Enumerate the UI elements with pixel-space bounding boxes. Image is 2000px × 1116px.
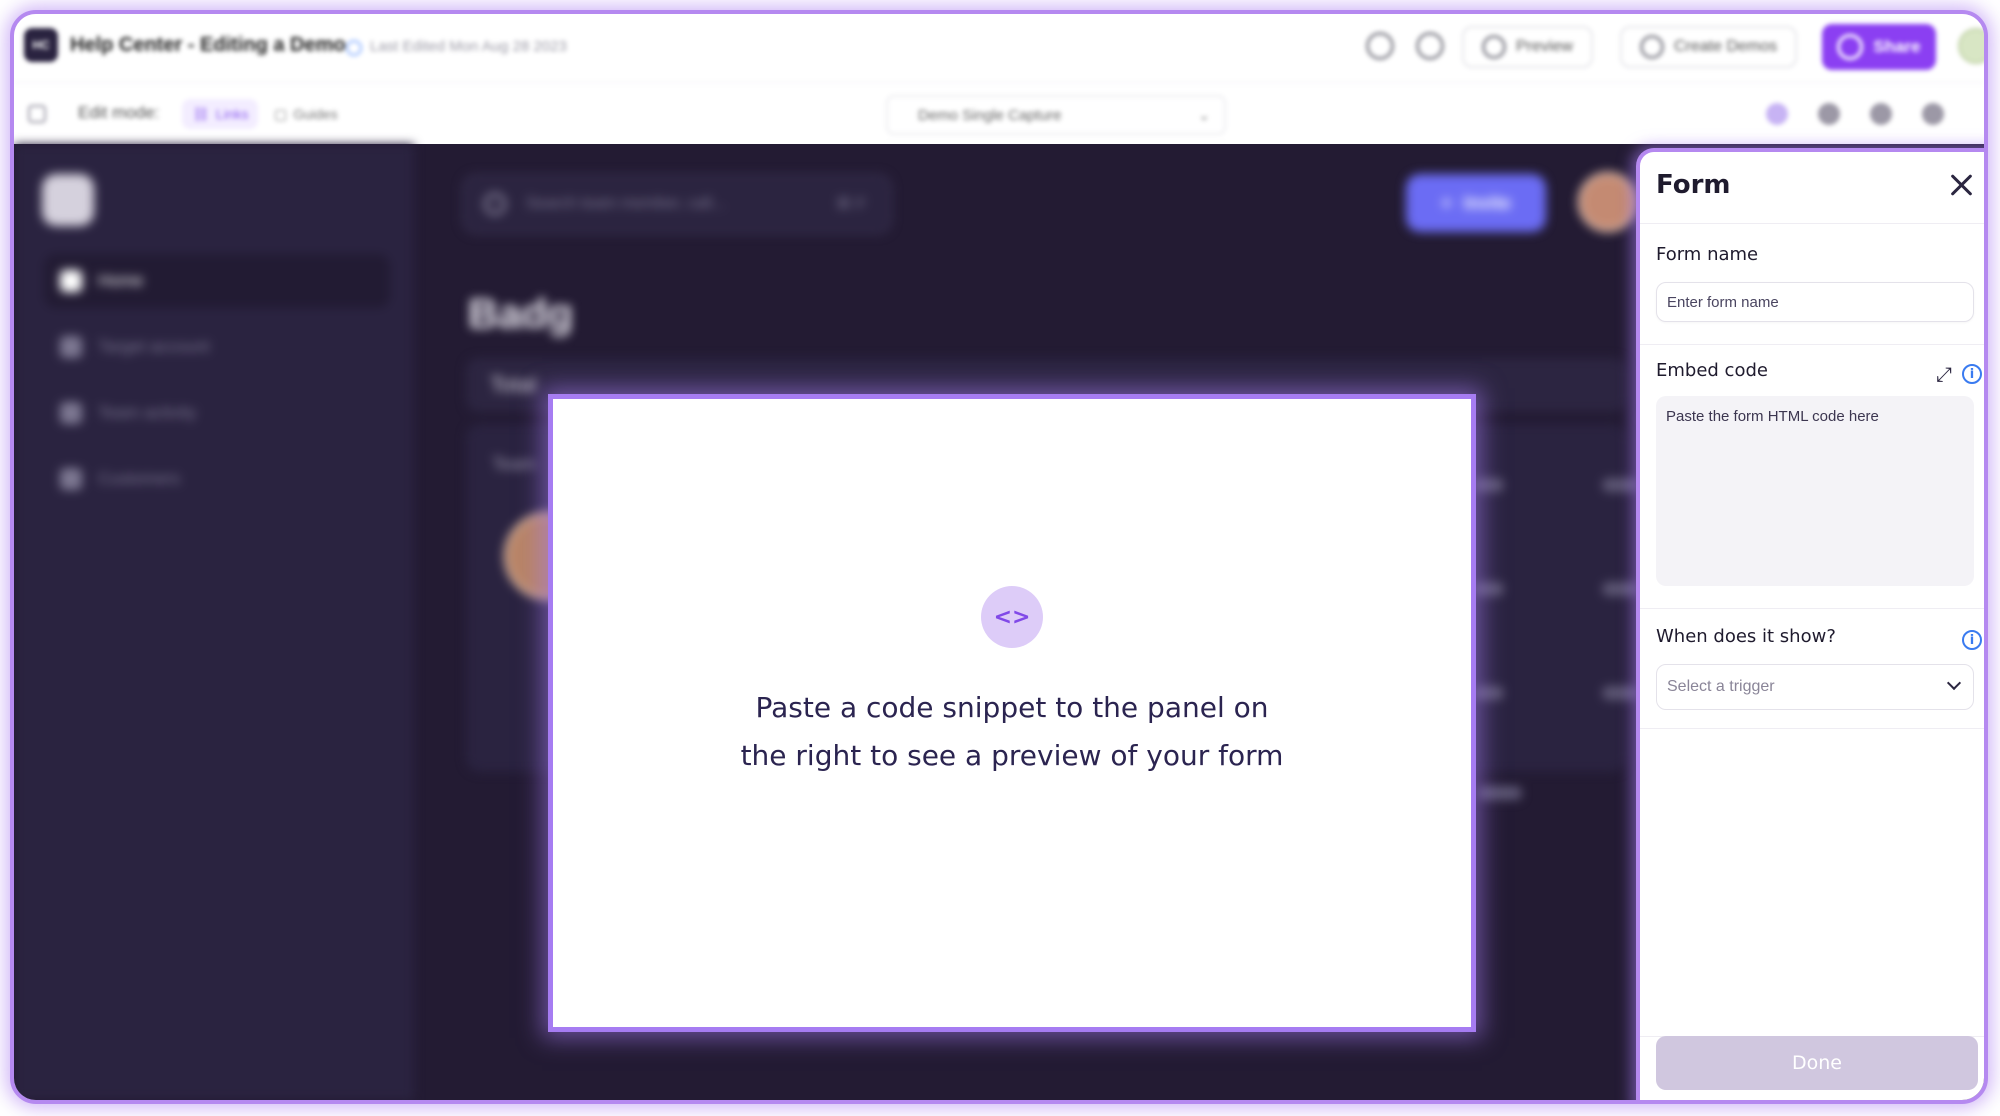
form-settings-panel: Form Form name Enter form name Embed cod… bbox=[1636, 148, 1984, 1100]
code-icon: <> bbox=[981, 586, 1043, 648]
plus-icon[interactable] bbox=[1818, 103, 1840, 125]
demo-title: Help Center - Editing a Demo bbox=[70, 34, 346, 56]
settings-icon[interactable] bbox=[1416, 32, 1444, 60]
preview-button[interactable]: Preview bbox=[1462, 26, 1593, 68]
top-toolbar: HC Help Center - Editing a Demo Last Edi… bbox=[14, 14, 1984, 82]
edit-toolbar: Edit mode: ⛓ Links ▢ Guides Demo Single … bbox=[14, 82, 1984, 144]
theme-icon[interactable] bbox=[1870, 103, 1892, 125]
info-icon[interactable]: i bbox=[1962, 364, 1982, 384]
form-name-input[interactable]: Enter form name bbox=[1656, 282, 1974, 322]
trigger-select-value: Select a trigger bbox=[1667, 678, 1775, 695]
home-icon bbox=[60, 270, 82, 292]
captured-logo bbox=[42, 174, 94, 226]
demo-step-value: Demo Single Capture bbox=[918, 106, 1062, 124]
form-preview-area[interactable]: <> Paste a code snippet to the panel on … bbox=[548, 394, 1476, 1032]
divider bbox=[1640, 728, 1984, 729]
zoom-icon[interactable] bbox=[1922, 103, 1944, 125]
captured-nav-home: Home bbox=[44, 254, 390, 308]
link-icon: ⛓ bbox=[192, 105, 210, 122]
captured-nav-team-activity: Team activity bbox=[44, 386, 390, 440]
captured-avatar bbox=[1578, 172, 1638, 232]
links-label: Links bbox=[215, 106, 249, 122]
eye-icon bbox=[1482, 35, 1506, 59]
help-icon[interactable] bbox=[1366, 32, 1394, 60]
done-button[interactable]: Done bbox=[1656, 1036, 1978, 1090]
captured-row-line bbox=[1474, 478, 1504, 492]
captured-nav-label: Home bbox=[98, 271, 144, 290]
edit-mode-label: Edit mode: bbox=[78, 103, 160, 122]
captured-row-line bbox=[1602, 686, 1638, 700]
captured-row-line bbox=[1602, 478, 1638, 492]
captured-search: Search team member, call... ⌘ F bbox=[462, 174, 892, 234]
captured-row-line bbox=[1474, 686, 1504, 700]
divider bbox=[1640, 608, 1984, 609]
info-icon[interactable]: i bbox=[1962, 630, 1982, 650]
panel-title: Form bbox=[1656, 170, 1731, 200]
captured-nav-label: Team activity bbox=[98, 403, 197, 422]
share-button[interactable]: Share bbox=[1822, 24, 1936, 70]
guides-label: Guides bbox=[293, 106, 338, 122]
play-icon bbox=[1640, 35, 1664, 59]
captured-search-placeholder: Search team member, call... bbox=[526, 195, 726, 212]
captured-total-label: Total bbox=[490, 372, 537, 397]
guides-icon: ▢ bbox=[274, 105, 288, 122]
panel-header: Form bbox=[1640, 152, 1984, 224]
search-icon bbox=[484, 193, 506, 215]
app-logo: HC bbox=[24, 28, 58, 62]
captured-sidebar: Home Target account Team activity Custom… bbox=[14, 144, 414, 1100]
share-icon bbox=[1837, 34, 1864, 60]
captured-row-line bbox=[1602, 582, 1638, 596]
captured-row-line bbox=[1474, 582, 1504, 596]
preview-label: Preview bbox=[1516, 38, 1573, 55]
plus-icon: + bbox=[1441, 192, 1452, 213]
guides-mode-tab[interactable]: ▢ Guides bbox=[264, 99, 348, 129]
captured-nav-target-account: Target account bbox=[44, 320, 390, 374]
embed-code-textarea[interactable]: Paste the form HTML code here bbox=[1656, 396, 1974, 586]
captured-invite-button: + Invite bbox=[1406, 174, 1546, 232]
form-name-label: Form name bbox=[1656, 244, 1759, 265]
captured-row-line bbox=[1478, 786, 1522, 800]
status-icon bbox=[346, 40, 362, 56]
captured-nav-customers: Customers bbox=[44, 452, 390, 506]
share-label: Share bbox=[1873, 37, 1921, 56]
captured-team-label: Team bbox=[492, 454, 537, 474]
captured-nav-label: Target account bbox=[98, 337, 210, 356]
captured-nav-label: Customers bbox=[98, 469, 181, 488]
captured-invite-label: Invite bbox=[1463, 192, 1511, 213]
divider bbox=[1640, 344, 1984, 345]
captured-search-shortcut: ⌘ F bbox=[835, 196, 866, 213]
grid-icon[interactable] bbox=[1766, 103, 1788, 125]
preview-instructions: Paste a code snippet to the panel on the… bbox=[740, 691, 1284, 772]
last-edited-text: Last Edited Mon Aug 28 2023 bbox=[370, 38, 567, 55]
expand-icon[interactable]: ⤢ bbox=[1932, 362, 1956, 386]
create-demos-label: Create Demos bbox=[1674, 38, 1778, 55]
create-demos-button[interactable]: Create Demos bbox=[1620, 26, 1798, 68]
demo-step-select[interactable]: Demo Single Capture ⌄ bbox=[886, 95, 1226, 135]
customers-icon bbox=[60, 468, 82, 490]
trigger-select[interactable]: Select a trigger bbox=[1656, 664, 1974, 710]
captured-page-title: Badg bbox=[468, 290, 573, 337]
team-icon bbox=[60, 402, 82, 424]
user-avatar[interactable] bbox=[1958, 28, 1984, 64]
sidebar-toggle-icon[interactable] bbox=[28, 105, 46, 123]
editor-window: HC Help Center - Editing a Demo Last Edi… bbox=[10, 10, 1988, 1104]
close-icon[interactable] bbox=[1946, 170, 1976, 200]
target-icon bbox=[60, 336, 82, 358]
embed-code-label: Embed code bbox=[1656, 360, 1768, 381]
trigger-label: When does it show? bbox=[1656, 626, 1836, 647]
chevron-down-icon bbox=[1946, 675, 1962, 691]
links-mode-tab[interactable]: ⛓ Links bbox=[182, 99, 259, 129]
chevron-down-icon: ⌄ bbox=[1198, 107, 1210, 123]
